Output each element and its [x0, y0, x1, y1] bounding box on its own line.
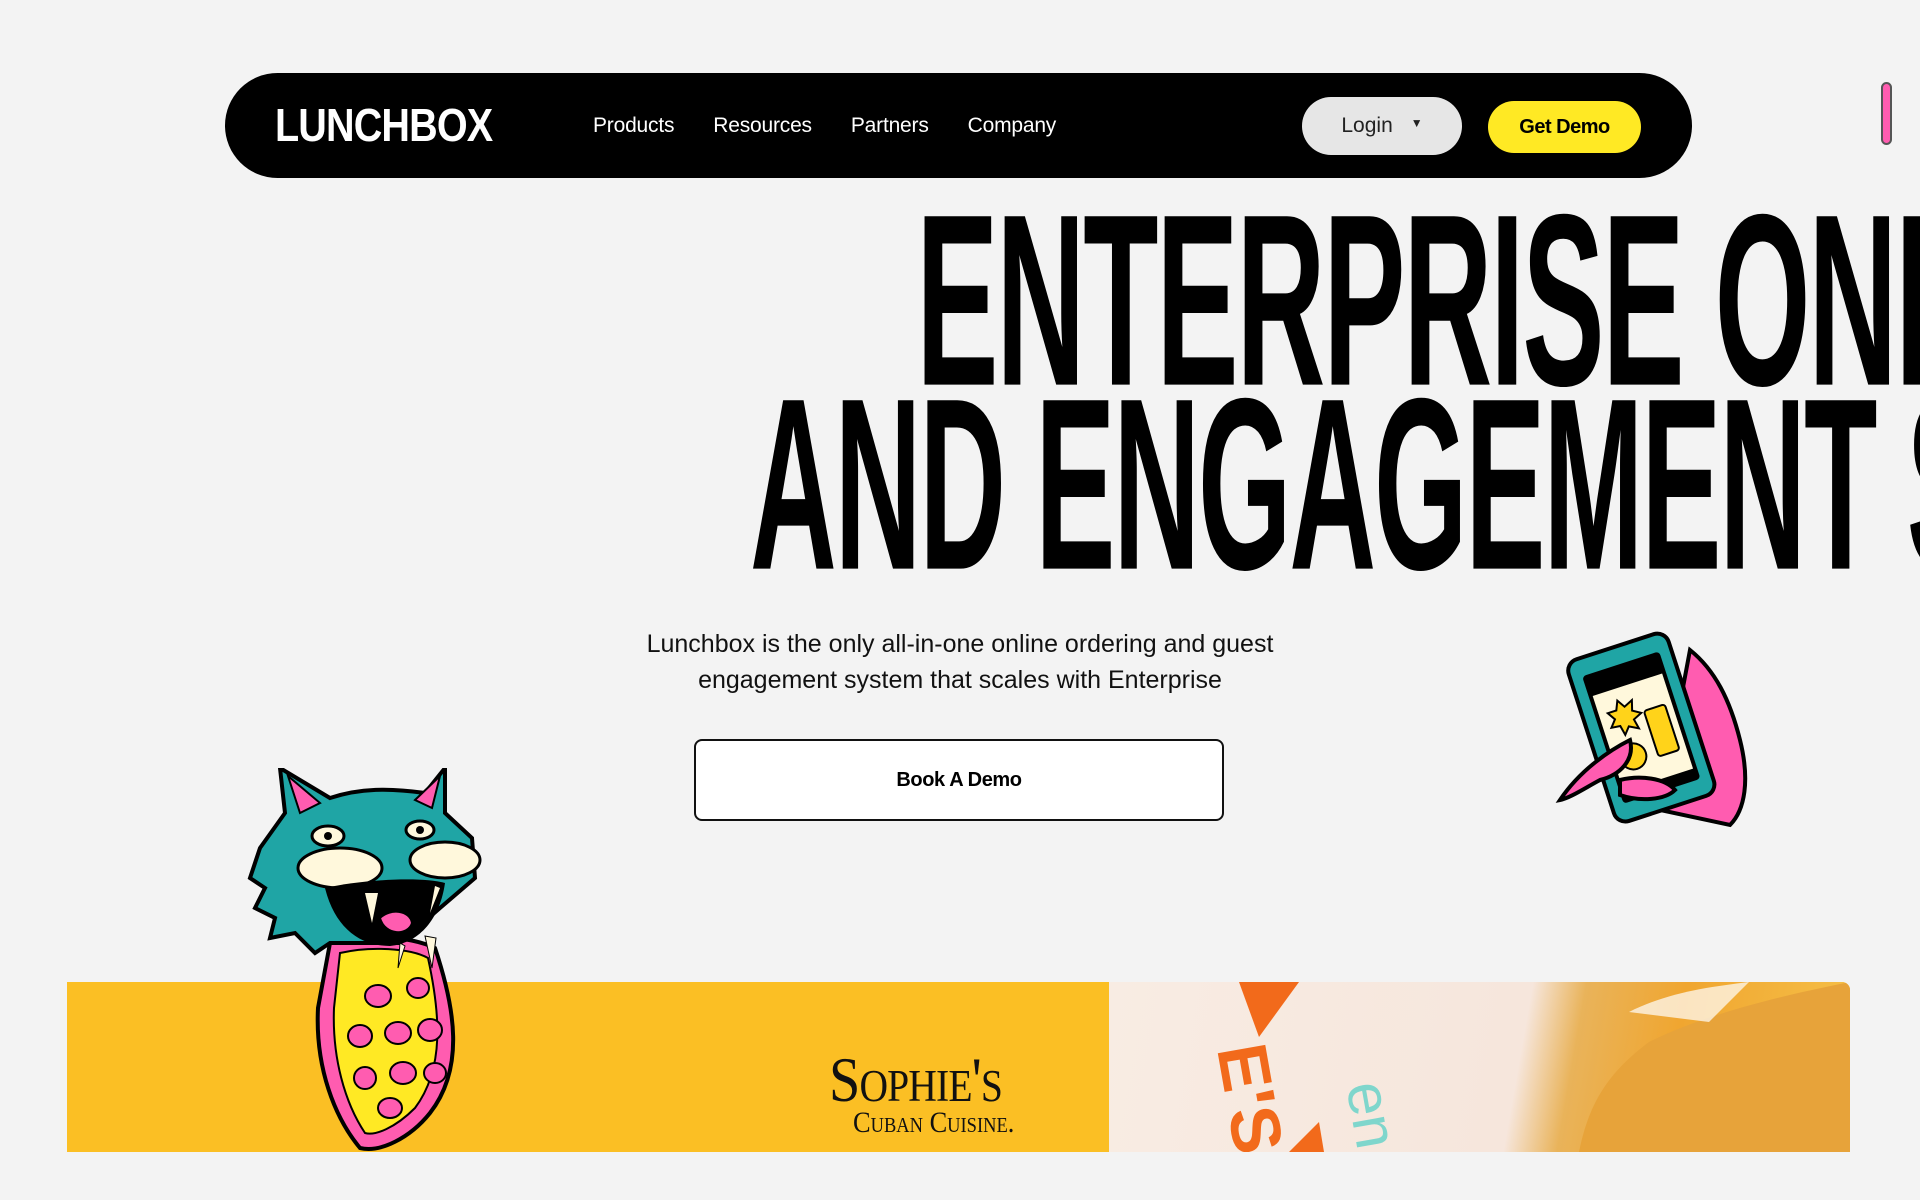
login-label: Login: [1341, 114, 1393, 137]
get-demo-button[interactable]: Get Demo: [1488, 101, 1641, 153]
phone-hand-illustration: [1555, 631, 1748, 828]
hero-headline: ENTERPRISE ONLINE ORDERING AND ENGAGEMEN…: [0, 178, 1920, 621]
hero-subtitle: Lunchbox is the only all-in-one online o…: [646, 630, 1274, 694]
nav-link-products[interactable]: Products: [593, 114, 674, 138]
food-photo-graphic: E'S en: [1202, 982, 1850, 1152]
lunchbox-logo[interactable]: LUNCHBOX: [275, 99, 493, 151]
nav-link-company[interactable]: Company: [968, 114, 1057, 138]
headline-line-2: AND ENGAGEMENT SUITE: [750, 347, 1920, 621]
book-a-demo-button[interactable]: Book A Demo: [694, 739, 1224, 821]
tiger-pizza-illustration: [247, 768, 482, 1151]
svg-text:E'S: E'S: [1202, 1038, 1298, 1152]
top-navigation-bar: LUNCHBOX Products Resources Partners Com…: [225, 73, 1692, 178]
nav-link-partners[interactable]: Partners: [851, 114, 929, 138]
svg-text:en: en: [1333, 1076, 1411, 1152]
scrollbar-thumb[interactable]: [1881, 82, 1892, 145]
food-photo: E'S en: [1109, 982, 1850, 1152]
nav-links: Products Resources Partners Company: [593, 73, 1095, 178]
sophies-logo: Sophie's Cuban Cuisine.: [829, 1044, 1015, 1139]
login-dropdown-button[interactable]: Login ▼: [1302, 97, 1462, 155]
nav-link-resources[interactable]: Resources: [713, 114, 812, 138]
caret-down-icon: ▼: [1410, 116, 1423, 130]
